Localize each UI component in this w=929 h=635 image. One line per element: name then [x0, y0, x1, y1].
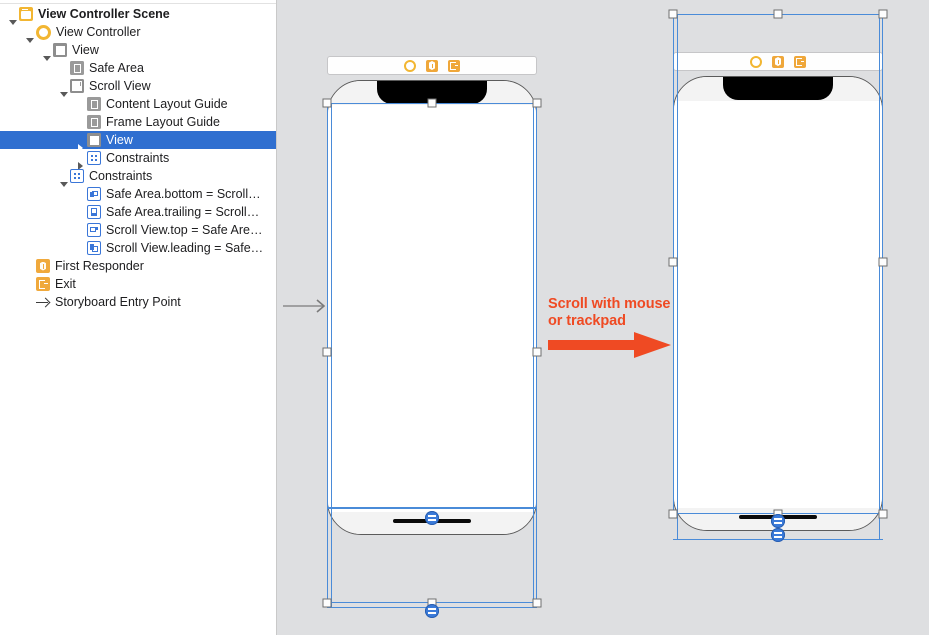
resize-handle-tl-right[interactable]	[668, 9, 678, 19]
outline-row-label: Safe Area.trailing = Scroll…	[106, 205, 260, 219]
outline-row-label: Scroll View	[89, 79, 151, 93]
outline-row[interactable]: Constraints	[0, 149, 276, 170]
content-guide-line-right-2	[879, 14, 881, 540]
outline-row-label: Frame Layout Guide	[106, 115, 220, 129]
selected-view-bounds-left[interactable]	[327, 103, 537, 508]
outline-row-label: Content Layout Guide	[106, 97, 228, 111]
content-guide-line-right-1	[677, 14, 679, 540]
outline-row-label: Storyboard Entry Point	[55, 295, 181, 309]
resize-handle-tr-right[interactable]	[878, 9, 888, 19]
constraints-group-icon	[70, 169, 84, 183]
resize-handle-ml-left[interactable]	[322, 347, 332, 357]
constraint-badge-left-1[interactable]	[425, 511, 439, 525]
outline-row[interactable]: First Responder	[0, 257, 276, 275]
layout-guide-icon	[87, 115, 101, 129]
outline-row[interactable]: Safe Area	[0, 59, 276, 77]
resize-handle-br-left[interactable]	[532, 598, 542, 608]
selected-view-bounds-right[interactable]	[673, 14, 883, 514]
outline-top-divider	[0, 3, 276, 4]
resize-handle-bl-left[interactable]	[322, 598, 332, 608]
first-responder-icon[interactable]	[426, 59, 438, 72]
canvas-area[interactable]: Scroll with mouse or trackpad	[277, 0, 929, 635]
constraint-badge-right-2[interactable]	[771, 528, 785, 542]
scroll-view-icon	[70, 79, 84, 93]
outline-row[interactable]: Exit	[0, 275, 276, 293]
outline-row[interactable]: View Controller	[0, 23, 276, 43]
outline-row[interactable]: Scroll View.top = Safe Are…	[0, 221, 276, 239]
constraint-leading-icon	[87, 241, 101, 255]
layout-guide-icon	[70, 61, 84, 75]
outline-row-label: Safe Area	[89, 61, 144, 75]
outline-row[interactable]: Constraints	[0, 167, 276, 187]
outline-row[interactable]: Content Layout Guide	[0, 95, 276, 113]
outline-row-label: First Responder	[55, 259, 144, 273]
outline-row-label: Exit	[55, 277, 76, 291]
scene-icon	[19, 7, 33, 21]
view-controller-icon	[36, 24, 51, 40]
outline-row-label: View Controller	[56, 25, 141, 39]
document-outline-panel[interactable]: View Controller Scene View Controller View…	[0, 0, 277, 635]
outline-row[interactable]: View	[0, 131, 276, 152]
outline-row-label: Scroll View.top = Safe Are…	[106, 223, 263, 237]
outline-tree[interactable]: View Controller Scene View Controller View…	[0, 5, 276, 311]
resize-handle-ml-right[interactable]	[668, 257, 678, 267]
outline-row[interactable]: View Controller Scene	[0, 5, 276, 25]
constraint-badge-left-2[interactable]	[425, 604, 439, 618]
resize-handle-tl-left[interactable]	[322, 98, 332, 108]
constraints-group-icon	[87, 151, 101, 165]
resize-handle-bl-right[interactable]	[668, 509, 678, 519]
entry-point-arrow-icon	[36, 295, 50, 309]
outline-row-label: View	[72, 43, 99, 57]
constraint-bottom-icon	[87, 187, 101, 201]
outline-row[interactable]: Storyboard Entry Point	[0, 293, 276, 311]
outline-row[interactable]: Scroll View.leading = Safe…	[0, 239, 276, 257]
outline-row[interactable]: Safe Area.bottom = Scroll…	[0, 185, 276, 203]
exit-icon	[36, 277, 50, 291]
outline-row-label: View	[106, 133, 133, 147]
layout-guide-icon	[87, 97, 101, 111]
view-controller-icon[interactable]	[404, 59, 416, 72]
outline-row[interactable]: Scroll View	[0, 77, 276, 97]
exit-icon[interactable]	[448, 59, 460, 72]
xcode-storyboard-screen: View Controller Scene View Controller View…	[0, 0, 929, 635]
outline-row-label: Scroll View.leading = Safe…	[106, 241, 264, 255]
outline-row[interactable]: View	[0, 41, 276, 61]
view-icon	[53, 43, 67, 57]
resize-handle-mr-right[interactable]	[878, 257, 888, 267]
resize-handle-br-right[interactable]	[878, 509, 888, 519]
constraint-trailing-icon	[87, 205, 101, 219]
resize-handle-tc-right[interactable]	[773, 9, 783, 19]
view-icon	[87, 133, 101, 147]
annotation-right-arrow-icon	[548, 332, 671, 358]
outline-row[interactable]: Safe Area.trailing = Scroll…	[0, 203, 276, 221]
outline-row-label: Constraints	[106, 151, 170, 165]
first-responder-icon	[36, 259, 50, 273]
outline-row[interactable]: Frame Layout Guide	[0, 113, 276, 131]
storyboard-entry-point-arrow-icon	[283, 299, 326, 313]
outline-row-label: Safe Area.bottom = Scroll…	[106, 187, 261, 201]
resize-handle-tc-left[interactable]	[427, 98, 437, 108]
outline-row-label: View Controller Scene	[38, 7, 170, 21]
resize-handle-tr-left[interactable]	[532, 98, 542, 108]
constraint-top-icon	[87, 223, 101, 237]
resize-handle-mr-left[interactable]	[532, 347, 542, 357]
scene-dock-left[interactable]	[327, 56, 537, 75]
outline-row-label: Constraints	[89, 169, 153, 183]
constraint-badge-right-1[interactable]	[771, 514, 785, 528]
